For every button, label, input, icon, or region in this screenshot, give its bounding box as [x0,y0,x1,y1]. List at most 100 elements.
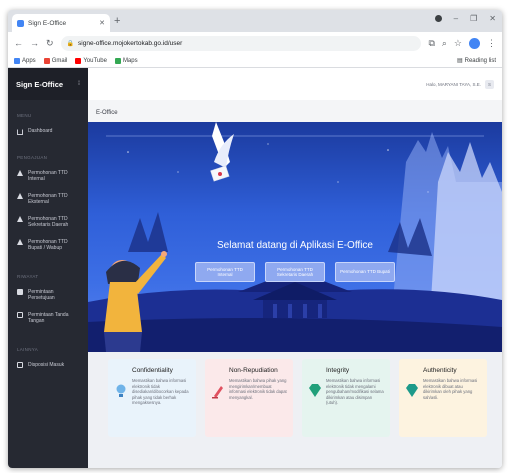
url-text: signe-office.mojokertokab.go.id/user [78,39,183,47]
card-non-repudiation: Non-Repudiation Memastikan bahwa pihak y… [205,359,293,437]
bookmark-youtube[interactable]: YouTube [75,57,107,64]
card-confidentiality: Confidentiality Memastikan bahwa informa… [108,359,196,437]
sidebar-item-label: Dashboard [28,128,53,134]
sidebar: Sign E-Office ⁞ MENU Dashboard PENGAJUAN… [8,68,88,468]
sidebar-item-tanda-tangan[interactable]: Permintaan Tanda Tangan [8,312,88,325]
maximize-icon[interactable]: ❐ [470,14,477,23]
hero-illustration [88,122,502,352]
forward-icon[interactable]: → [30,38,39,48]
sidebar-item-dashboard[interactable]: Dashboard [8,128,88,135]
sidebar-section-label: MENU [17,113,32,118]
close-window-icon[interactable]: ✕ [489,14,496,23]
apps-grid-icon [14,57,20,64]
sidebar-item-label: Permintaan Tanda Tangan [28,311,69,325]
home-icon [17,128,23,135]
hero-actions: Permohonan TTD Internal Permohonan TTD S… [88,262,502,282]
menu-kebab-icon[interactable]: ⋮ [487,38,496,49]
diamond-icon [309,384,321,397]
card-title: Non-Repudiation [229,367,278,374]
sidebar-item-label: Permohonan TTD Eksternal [28,192,68,206]
sidebar-item-label: Permohonan TTD Bupati / Wabup [28,238,68,252]
card-title: Authenticity [423,367,457,374]
sidebar-item-disposisi[interactable]: Disposisi Masuk [8,361,88,368]
brand: Sign E-Office ⁞ [8,68,88,100]
document-icon [17,312,23,318]
sidebar-toggle-icon[interactable]: ⁞ [78,81,80,87]
translate-icon[interactable]: ⧉ [428,38,434,49]
sidebar-section-label: PENGAJUAN [17,154,48,160]
new-tab-icon[interactable]: + [114,16,120,27]
favicon-icon [17,19,24,27]
tab-strip: Sign E-Office ✕ + – ❐ ✕ [8,10,502,32]
pen-icon [212,386,223,399]
card-body: Non-Repudiation Memastikan bahwa pihak y… [229,367,287,429]
zoom-icon[interactable]: ⌕ [442,38,447,49]
sidebar-item-label: Permintaan Persetujuan [28,288,55,302]
main-content: E-Office Selamat datang di Aplikasi E-Of… [88,100,502,468]
minimize-icon[interactable]: – [454,14,458,23]
sidebar-item-ttd-eksternal[interactable]: Permohonan TTD Eksternal [8,193,88,206]
reading-list-label: Reading list [464,57,496,64]
sidebar-section-label: LAINNYA [17,346,39,352]
hero-button-ttd-sekda[interactable]: Permohonan TTD Sekretaris Daerah [265,262,325,282]
bookmark-label: Maps [122,57,138,64]
sidebar-item-persetujuan[interactable]: Permintaan Persetujuan [8,289,88,302]
bookmark-star-icon[interactable]: ☆ [454,38,462,49]
back-icon[interactable]: ← [14,38,23,48]
feature-cards: Confidentiality Memastikan bahwa informa… [88,352,502,468]
bookmark-gmail[interactable]: Gmail [43,57,67,64]
card-body: Confidentiality Memastikan bahwa informa… [132,367,190,429]
card-title: Confidentiality [132,367,173,374]
record-icon[interactable] [434,15,442,22]
url-field[interactable]: 🔒 signe-office.mojokertokab.go.id/user [60,35,422,51]
warning-icon [17,193,23,199]
profile-avatar[interactable] [469,37,480,49]
hero-button-ttd-internal[interactable]: Permohonan TTD Internal [195,262,255,282]
warning-icon [17,216,23,222]
sidebar-item-label: Permohonan TTD Sekretaris Daerah [28,215,69,229]
lock-icon: 🔒 [66,40,75,47]
gmail-icon [43,57,50,64]
window-controls: – ❐ ✕ [434,14,496,23]
sidebar-item-ttd-bupati[interactable]: Permohonan TTD Bupati / Wabup [8,239,88,252]
hero-button-ttd-bupati[interactable]: Permohonan TTD Bupati [335,262,395,282]
youtube-icon [75,57,82,64]
breadcrumb: E-Office [96,110,118,116]
card-title: Integrity [326,367,350,374]
bookmarks-bar: Apps Gmail YouTube Maps ▤ Reading list [8,54,502,68]
card-text: Memastikan bahwa informasi elektronik ti… [132,378,189,406]
user-greeting[interactable]: Halo, MARYANI TAYA, S.E. [426,82,481,87]
sidebar-item-ttd-internal[interactable]: Permohonan TTD Internal [8,170,88,183]
sidebar-item-ttd-sekda[interactable]: Permohonan TTD Sekretaris Daerah [8,216,88,229]
tab-title: Sign E-Office [28,19,67,27]
reload-icon[interactable]: ↻ [46,38,54,49]
bookmark-label: Apps [22,57,36,64]
reading-list[interactable]: ▤ Reading list [456,57,496,65]
diamond-icon [406,384,418,397]
app-viewport: Sign E-Office ⁞ MENU Dashboard PENGAJUAN… [8,68,502,468]
lightbulb-icon [116,384,126,397]
sidebar-item-label: Disposisi Masuk [28,361,65,368]
reading-list-icon: ▤ [456,58,463,64]
card-text: Memastikan bahwa informasi elektronik di… [423,378,478,400]
top-header: Halo, MARYANI TAYA, S.E. S [88,68,502,100]
document-icon [17,362,23,368]
card-authenticity: Authenticity Memastikan bahwa informasi … [399,359,487,437]
bookmark-label: YouTube [83,57,107,64]
warning-icon [17,239,23,245]
browser-tab[interactable]: Sign E-Office ✕ [12,14,110,32]
bookmark-apps[interactable]: Apps [14,57,36,64]
warning-icon [17,170,23,176]
card-text: Memastikan bahwa pihak yang mengirimkan/… [229,378,287,400]
card-text: Memastikan bahwa informasi elektronik ti… [326,378,384,406]
browser-window: Sign E-Office ✕ + – ❐ ✕ ← → ↻ 🔒 signe-of… [8,10,502,468]
maps-icon [114,57,121,64]
brand-title: Sign E-Office [16,79,64,89]
user-avatar[interactable]: S [485,79,494,89]
sidebar-section-label: RIWAYAT [17,273,39,279]
card-integrity: Integrity Memastikan bahwa informasi ele… [302,359,390,437]
address-bar: ← → ↻ 🔒 signe-office.mojokertokab.go.id/… [8,32,502,54]
sidebar-item-label: Permohonan TTD Internal [28,169,68,183]
bookmark-maps[interactable]: Maps [114,57,138,64]
close-tab-icon[interactable]: ✕ [99,19,105,27]
